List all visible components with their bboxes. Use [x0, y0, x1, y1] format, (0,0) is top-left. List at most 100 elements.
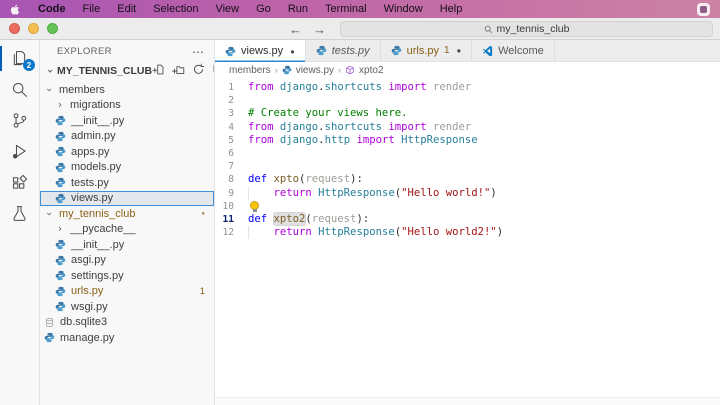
code-line-12[interactable]: 12 return HttpResponse("Hello world2!"): [215, 226, 720, 239]
tree-item-tests-py[interactable]: tests.py: [40, 175, 214, 191]
line-content: def xpto2(request):: [248, 212, 369, 226]
forward-icon[interactable]: →: [313, 22, 326, 37]
menu-item-edit[interactable]: Edit: [117, 3, 136, 15]
tree-item-settings-py[interactable]: settings.py: [40, 268, 214, 284]
zoom-button[interactable]: [47, 23, 58, 34]
line-number: 3: [228, 108, 234, 120]
code-line-9[interactable]: 9 return HttpResponse("Hello world!"): [215, 187, 720, 200]
tree-item-views-py[interactable]: views.py: [40, 190, 214, 206]
python-file-icon: [225, 46, 236, 57]
tab-label: urls.py: [406, 44, 440, 57]
close-button[interactable]: [9, 23, 20, 34]
line-number: 7: [228, 161, 234, 173]
apple-menu-icon[interactable]: [10, 3, 21, 16]
code-line-4[interactable]: 4 from django.shortcuts import render: [215, 121, 720, 134]
code-token: django: [279, 81, 319, 93]
code-line-10[interactable]: 10: [215, 200, 720, 213]
breadcrumb-item-members[interactable]: members: [229, 65, 271, 76]
command-center-search[interactable]: my_tennis_club: [340, 21, 713, 37]
tree-item-label: urls.py: [71, 285, 104, 298]
code-line-8[interactable]: 8 def xpto(request):: [215, 173, 720, 186]
tree-item-my-tennis-club[interactable]: › my_tennis_club ●: [40, 206, 214, 222]
tree-item-db-sqlite3[interactable]: db.sqlite3: [40, 315, 214, 331]
tree-item-migrations[interactable]: › migrations: [40, 98, 214, 114]
menu-item-terminal[interactable]: Terminal: [325, 3, 367, 15]
python-file-icon: [55, 162, 66, 173]
menu-item-selection[interactable]: Selection: [153, 3, 198, 15]
tree-item-members[interactable]: › members: [40, 82, 214, 98]
tree-item-init-py[interactable]: __init__.py: [40, 113, 214, 129]
code-line-6[interactable]: 6: [215, 147, 720, 160]
new-folder-icon[interactable]: [172, 63, 185, 79]
code-editor[interactable]: 1 from django.shortcuts import render 2 3 # …: [215, 78, 720, 397]
activity-beaker-icon[interactable]: [0, 198, 39, 229]
line-number: 11: [222, 213, 234, 225]
activity-extensions-icon[interactable]: [0, 167, 39, 198]
tab-tests-py[interactable]: tests.py: [305, 40, 381, 62]
breadcrumb-item-xpto2[interactable]: xpto2: [345, 65, 384, 76]
code-line-3[interactable]: 3 # Create your views here.: [215, 107, 720, 120]
tree-item-init-py[interactable]: __init__.py: [40, 237, 214, 253]
code-line-1[interactable]: 1 from django.shortcuts import render: [215, 81, 720, 94]
menu-item-run[interactable]: Run: [288, 3, 308, 15]
activity-debug-icon[interactable]: [0, 136, 39, 167]
code-line-7[interactable]: 7: [215, 160, 720, 173]
tab-urls-py[interactable]: urls.py 1 ●: [380, 40, 473, 62]
menu-item-go[interactable]: Go: [256, 3, 271, 15]
tree-item-label: __init__.py: [71, 114, 125, 127]
more-actions-icon[interactable]: ⋯: [192, 46, 204, 58]
tree-item-pycache[interactable]: › __pycache__: [40, 222, 214, 238]
lightbulb-icon[interactable]: [250, 200, 259, 212]
back-icon[interactable]: ←: [289, 22, 302, 37]
breadcrumb[interactable]: members › views.py › xpto2: [215, 62, 720, 78]
python-file-icon: [44, 332, 55, 343]
tree-item-label: __init__.py: [71, 238, 125, 251]
menu-item-window[interactable]: Window: [384, 3, 423, 15]
code-token: HttpResponse: [401, 133, 478, 146]
activity-files-icon[interactable]: 2: [0, 43, 39, 74]
code-line-2[interactable]: 2: [215, 94, 720, 107]
menu-item-help[interactable]: Help: [440, 3, 463, 15]
tree-item-label: my_tennis_club: [59, 207, 136, 220]
beaker-icon: [13, 206, 26, 221]
activity-source-control-icon[interactable]: [0, 105, 39, 136]
activity-search-icon[interactable]: [0, 74, 39, 105]
search-value: my_tennis_club: [496, 23, 570, 35]
tab-label: Welcome: [498, 44, 544, 57]
workspace-section-header[interactable]: › MY_TENNIS_CLUB: [40, 61, 214, 80]
menu-item-file[interactable]: File: [83, 3, 101, 15]
debug-icon: [12, 144, 26, 159]
menu-item-view[interactable]: View: [215, 3, 239, 15]
workbench: 2 EXPLORER ⋯ › MY_TENNIS_CLUB › members › m…: [0, 40, 720, 405]
window-controls: [9, 23, 58, 34]
tree-item-label: models.py: [71, 161, 122, 174]
code-line-11[interactable]: 11 def xpto2(request):: [215, 212, 720, 226]
code-token: def: [248, 173, 274, 186]
tree-item-urls-py[interactable]: urls.py 1: [40, 284, 214, 300]
python-file-icon: [55, 131, 66, 142]
breadcrumb-item-views-py[interactable]: views.py: [282, 65, 334, 76]
dirty-dot-icon[interactable]: ●: [290, 47, 295, 56]
tab-welcome[interactable]: Welcome: [472, 40, 555, 62]
tree-item-apps-py[interactable]: apps.py: [40, 144, 214, 160]
tree-item-models-py[interactable]: models.py: [40, 160, 214, 176]
screen: { "menu_bar": { "items": ["Code", "File"…: [0, 0, 720, 405]
refresh-icon[interactable]: [192, 63, 205, 79]
dirty-dot-icon[interactable]: ●: [457, 46, 462, 55]
tree-item-admin-py[interactable]: admin.py: [40, 129, 214, 145]
tab-views-py[interactable]: views.py ●: [215, 40, 306, 62]
tree-item-asgi-py[interactable]: asgi.py: [40, 253, 214, 269]
tree-item-wsgi-py[interactable]: wsgi.py: [40, 299, 214, 315]
workspace-name: MY_TENNIS_CLUB: [57, 64, 153, 77]
minimize-button[interactable]: [28, 23, 39, 34]
shield-icon[interactable]: [697, 2, 710, 16]
explorer-sidebar: EXPLORER ⋯ › MY_TENNIS_CLUB › members › mig…: [40, 40, 215, 405]
code-token: import: [388, 81, 434, 93]
code-token: from: [248, 81, 280, 93]
tree-item-label: __pycache__: [70, 223, 136, 236]
tree-item-manage-py[interactable]: manage.py: [40, 330, 214, 346]
menu-item-code[interactable]: Code: [38, 3, 66, 15]
new-file-icon[interactable]: [152, 63, 165, 79]
code-line-5[interactable]: 5 from django.http import HttpResponse: [215, 134, 720, 147]
line-content: from django.shortcuts import render: [248, 121, 471, 134]
